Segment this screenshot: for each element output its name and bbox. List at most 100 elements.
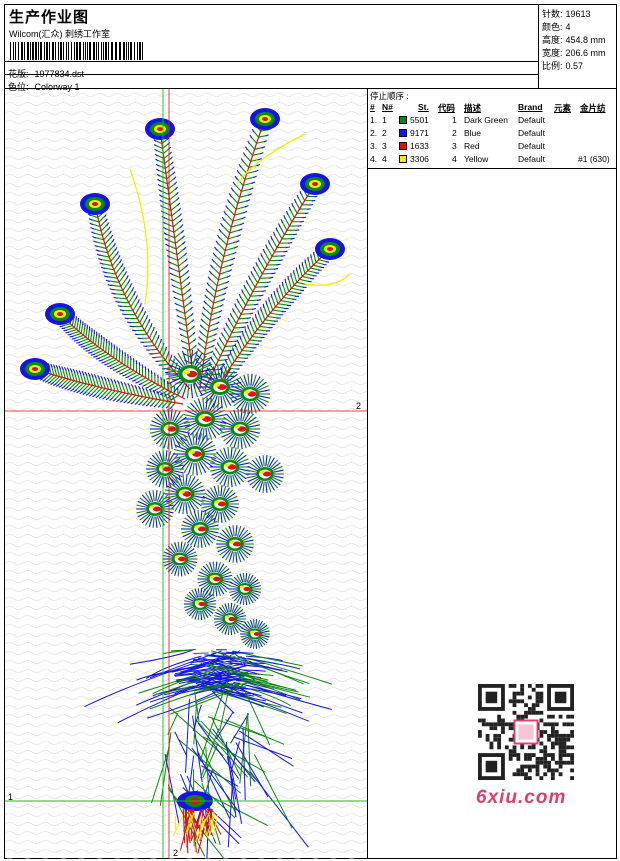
feather-barb [142,341,153,343]
column-header: # [370,102,375,112]
feather-edge [284,278,287,283]
stat-width: 宽度: 206.6 mm [542,46,606,59]
feather-barb [218,359,226,362]
feather-barb [224,345,234,348]
header-divider [5,74,539,75]
feather-edge [262,303,265,309]
header-divider [5,61,539,62]
feather-edge [300,220,304,223]
table-cell: 3. [370,141,378,151]
page-title: 生产作业图 [9,9,90,26]
qr-code [478,684,574,780]
table-cell: Default [518,115,545,125]
scale-dot [149,505,155,509]
stats-box: 针数: 19613 颜色: 4 高度: 454.8 mm 宽度: 206.6 mm 比例… [538,5,617,88]
feather-barb [215,364,224,366]
feather-edge [144,366,147,370]
scale-dot [234,425,240,429]
stat-value: 4 [565,22,571,32]
feather-edge [170,354,173,358]
column-header: Brand [518,102,543,112]
feather-eye-core [327,247,333,251]
table-cell: Yellow [464,154,489,164]
table-row: 1. 1 5501 1 Dark Green Default [368,115,616,128]
scale-dot [214,383,220,387]
feather-barb [255,286,266,288]
feather-barb [240,313,251,315]
column-header: 金片纺 [580,103,606,113]
table-cell: 4 [452,154,457,164]
guide-marker: 1 [8,792,13,802]
feather-barb [151,352,161,355]
column-header: N# [382,102,393,112]
barcode [10,42,143,60]
table-cell: 2 [452,128,457,138]
feather-edge [76,341,81,344]
column-header: 描述 [464,103,482,113]
watermark-brand: 6xiu.com [476,787,567,808]
table-divider [368,168,617,169]
table-cell: 1633 [410,141,429,151]
feather-edge [157,374,159,378]
feather-edge [309,204,314,206]
feather-eye-core [57,312,63,316]
table-cell: Default [518,141,545,151]
table-row: 3. 3 1633 3 Red Default [368,141,616,154]
feather-edge [311,199,316,202]
feather-edge [273,290,276,296]
table-cell: Default [518,128,545,138]
table-cell: 2 [382,128,387,138]
feather-barb [247,299,259,302]
feather-edge [283,250,288,253]
feather-barb [148,348,158,351]
feather-edge [135,360,138,365]
feather-barb [239,353,249,356]
feather-edge [163,378,166,382]
feather-edge [265,300,268,305]
stat-label: 比例: [542,61,563,71]
stat-value: 0.57 [565,61,584,71]
feather-barb [107,343,110,355]
feather-barb [118,301,129,304]
feather-barb [241,349,252,352]
scale-core [198,601,206,607]
feather-barb [250,295,261,297]
feather-barb [236,357,246,359]
feather-eye-core [92,202,98,206]
feather-barb [245,304,256,306]
feather-eye-core [157,127,163,131]
table-cell: 4 [382,154,387,164]
feather-edge [134,333,139,336]
table-cell: 1 [452,115,457,125]
scale-dot [239,585,245,589]
color-swatch [399,129,407,137]
feather-edge [129,325,134,328]
feather-barb [229,335,239,338]
stat-label: 针数: [542,9,563,19]
stat-label: 高度: [542,35,563,45]
feather-barb [252,290,264,293]
feather-barb [236,322,246,324]
feather-edge [71,337,76,340]
feather-barb [115,349,118,360]
scale-dot [159,465,165,469]
stop-sequence-table: 停止顺序 : # N# St. 代码 描述 Brand 元素 金片纺 1. 1 5501 1 Dark… [368,88,616,169]
feather-barb [145,345,155,347]
feather-edge [260,307,262,312]
feather-edge [292,233,298,236]
feather-edge [281,281,284,286]
embroidery-canvas: 2 1 2 [5,89,367,859]
table-cell: 1 [382,115,387,125]
feather-barb [244,346,254,349]
feather-edge [132,329,137,332]
feather-edge [138,362,141,367]
stat-value: 206.6 mm [565,48,606,58]
feather-edge [295,229,300,232]
scale-dot [244,390,250,394]
feather-edge [287,275,289,280]
scale-dot [209,575,215,579]
feather-barb [120,305,131,308]
feather-eye-core [262,117,268,121]
table-row: 2. 2 9171 2 Blue Default [368,128,616,141]
feather-edge [288,242,293,244]
